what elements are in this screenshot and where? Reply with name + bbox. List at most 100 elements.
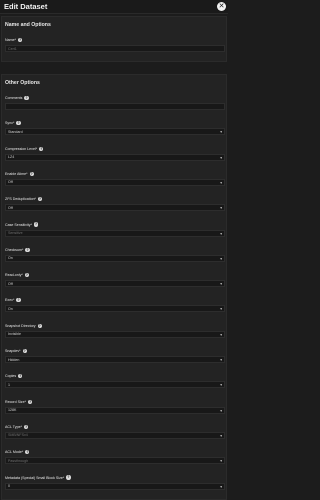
sync-value: Standard xyxy=(8,129,23,134)
atime-field: Enable Atime*? Off ▾ xyxy=(5,171,225,186)
help-icon[interactable]: ? xyxy=(37,323,42,328)
chevron-down-icon: ▾ xyxy=(220,282,222,287)
help-icon[interactable]: ? xyxy=(25,450,30,455)
section-title-name: Name and Options xyxy=(5,22,51,28)
readonly-select[interactable]: Off ▾ xyxy=(5,280,225,288)
name-label-text: Name* xyxy=(5,38,16,42)
aclmode-field: ACL Mode*? Passthrough ▾ xyxy=(5,449,225,465)
copies-value: 1 xyxy=(8,382,10,387)
help-icon[interactable]: ? xyxy=(18,37,23,43)
case-label-text: Case Sensitivity* xyxy=(5,222,32,227)
chevron-down-icon: ▾ xyxy=(220,383,222,388)
dedup-select[interactable]: Off ▾ xyxy=(5,204,225,212)
aclmode-label: ACL Mode*? xyxy=(5,449,225,455)
help-icon[interactable]: ? xyxy=(27,399,33,404)
atime-label: Enable Atime*? xyxy=(5,171,225,177)
readonly-field: Read-only*? Off ▾ xyxy=(5,272,225,288)
snapdev-select[interactable]: Hidden ▾ xyxy=(5,356,225,363)
smallblock-value: 0 xyxy=(8,484,10,488)
atime-label-text: Enable Atime* xyxy=(5,171,28,176)
sync-label-text: Sync* xyxy=(5,121,15,126)
close-icon[interactable]: ✕ xyxy=(217,2,226,11)
snapdir-label-text: Snapshot Directory xyxy=(5,323,36,328)
help-icon[interactable]: ? xyxy=(16,121,21,126)
chevron-down-icon: ▾ xyxy=(220,256,222,261)
comments-label-text: Comments xyxy=(5,96,23,100)
sync-field: Sync*? Standard ▾ xyxy=(5,120,225,136)
case-value: Sensitive xyxy=(8,231,23,235)
copies-field: Copies? 1 ▾ xyxy=(5,373,225,389)
compression-label: Compression Level*? xyxy=(5,146,225,152)
help-icon[interactable]: ? xyxy=(37,197,43,202)
recordsize-label-text: Record Size* xyxy=(5,399,26,404)
snapdev-value: Hidden xyxy=(8,357,20,362)
chevron-down-icon: ▾ xyxy=(220,180,222,185)
checksum-select[interactable]: On ▾ xyxy=(5,254,225,262)
chevron-down-icon: ▾ xyxy=(220,358,222,362)
case-select[interactable]: Sensitive ▾ xyxy=(5,229,225,237)
aclmode-label-text: ACL Mode* xyxy=(5,450,24,455)
sync-select[interactable]: Standard ▾ xyxy=(5,128,225,136)
compression-field: Compression Level*? LZ4 ▾ xyxy=(5,146,225,161)
copies-select[interactable]: 1 ▾ xyxy=(5,381,225,389)
chevron-down-icon: ▾ xyxy=(220,459,222,464)
name-value: Cert1 xyxy=(8,46,17,51)
chevron-down-icon: ▾ xyxy=(220,130,222,135)
name-label: Name* ? xyxy=(5,37,225,43)
smallblock-select[interactable]: 0 ▾ xyxy=(5,482,225,490)
help-icon[interactable]: ? xyxy=(24,273,29,278)
help-icon[interactable]: ? xyxy=(24,95,29,101)
help-icon[interactable]: ? xyxy=(25,247,30,252)
snapdev-label-text: Snapdev* xyxy=(5,349,21,353)
help-icon[interactable]: ? xyxy=(22,348,27,354)
dialog-title: Edit Dataset xyxy=(4,2,48,11)
atime-select[interactable]: Off ▾ xyxy=(5,178,225,186)
dedup-value: Off xyxy=(8,205,13,210)
chevron-down-icon: ▾ xyxy=(220,408,222,413)
exec-label: Exec*? xyxy=(5,297,225,303)
name-input[interactable]: Cert1 xyxy=(5,45,225,52)
compression-value: LZ4 xyxy=(8,155,15,160)
recordsize-field: Record Size*? 128K ▾ xyxy=(5,399,225,414)
compression-label-text: Compression Level* xyxy=(5,146,38,151)
case-label: Case Sensitivity*? xyxy=(5,222,225,228)
help-icon[interactable]: ? xyxy=(39,146,44,151)
help-icon[interactable]: ? xyxy=(23,424,29,429)
chevron-down-icon: ▾ xyxy=(220,332,222,337)
aclmode-value: Passthrough xyxy=(8,458,29,463)
acltype-label-text: ACL Type* xyxy=(5,424,22,429)
snapdev-label: Snapdev*? xyxy=(5,348,225,354)
help-icon[interactable]: ? xyxy=(16,298,21,303)
snapdev-field: Snapdev*? Hidden ▾ xyxy=(5,348,225,363)
exec-select[interactable]: On ▾ xyxy=(5,305,225,313)
chevron-down-icon: ▾ xyxy=(220,206,222,211)
aclmode-select[interactable]: Passthrough ▾ xyxy=(5,457,225,465)
atime-value: Off xyxy=(8,180,13,185)
acltype-select[interactable]: SMB/NFSv4 ▾ xyxy=(5,431,225,439)
comments-label: Comments? xyxy=(5,95,225,101)
recordsize-value: 128K xyxy=(8,408,17,413)
smallblock-field: Metadata (Special) Small Block Size*? 0 ▾ xyxy=(5,475,225,490)
other-options-card: Other Options Comments? Sync*? Standard ▾ Co… xyxy=(1,74,227,500)
help-icon[interactable]: ? xyxy=(18,374,23,379)
help-icon[interactable]: ? xyxy=(66,475,71,480)
exec-field: Exec*? On ▾ xyxy=(5,297,225,313)
compression-select[interactable]: LZ4 ▾ xyxy=(5,153,225,161)
comments-input[interactable] xyxy=(5,103,225,110)
sync-label: Sync*? xyxy=(5,120,225,126)
acltype-value: SMB/NFSv4 xyxy=(8,433,28,438)
acltype-label: ACL Type*? xyxy=(5,424,225,430)
copies-label: Copies? xyxy=(5,373,225,379)
checksum-field: Checksum*? On ▾ xyxy=(5,247,225,262)
readonly-label: Read-only*? xyxy=(5,272,225,278)
readonly-value: Off xyxy=(8,281,13,286)
dedup-label: ZFS Deduplication*? xyxy=(5,196,225,202)
recordsize-label: Record Size*? xyxy=(5,399,225,405)
chevron-down-icon: ▾ xyxy=(220,484,222,489)
recordsize-select[interactable]: 128K ▾ xyxy=(5,406,225,414)
snapdir-value: Invisible xyxy=(8,332,21,337)
help-icon[interactable]: ? xyxy=(29,171,34,176)
snapdir-select[interactable]: Invisible ▾ xyxy=(5,330,225,338)
help-icon[interactable]: ? xyxy=(33,222,39,227)
acltype-field: ACL Type*? SMB/NFSv4 ▾ xyxy=(5,424,225,439)
